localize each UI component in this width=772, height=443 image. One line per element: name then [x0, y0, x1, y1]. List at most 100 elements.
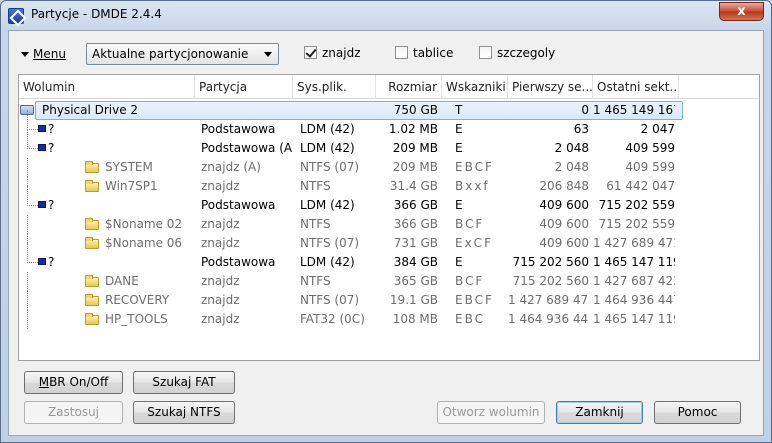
cell-sys-plik	[300, 101, 376, 120]
cell-sys-plik: NTFS (07)	[300, 160, 360, 174]
cell-sys-plik: NTFS (07)	[300, 236, 360, 250]
cell-partycja: znajdz	[201, 236, 240, 250]
cell-sys-plik: LDM (42)	[300, 141, 355, 155]
menu-dropdown-arrow-icon	[21, 52, 29, 57]
column-header-wskazniki[interactable]: Wskazniki	[442, 75, 508, 99]
drive-row[interactable]: Physical Drive 2 750 GB T 0 1 465 149 167	[19, 101, 759, 120]
mbr-toggle-button[interactable]: MBR On/Off	[24, 371, 123, 394]
partition-row[interactable]: ? Podstawowa (A) LDM (42) 209 MB E 2 048 409 5…	[19, 129, 759, 158]
partitioning-mode-value: Aktualne partycjonowanie	[92, 47, 249, 61]
search-ntfs-button[interactable]: Szukaj NTFS	[133, 401, 235, 424]
column-header-pierwszy-sektor[interactable]: Pierwszy se...	[508, 75, 593, 99]
cell-partycja: znajdz	[201, 274, 240, 288]
volume-row[interactable]: HP_TOOLS znajdz FAT32 (0C) 108 MB EBC 1 464 9…	[19, 310, 759, 329]
window-close-button[interactable]: x	[719, 2, 764, 21]
cell-wskazniki: BCF	[455, 274, 485, 288]
cell-wolumin: Win7SP1	[105, 179, 158, 193]
partition-icon	[38, 201, 46, 208]
cell-ostatni-sektor: 1 465 147 119	[593, 312, 675, 326]
column-header-sys-plik[interactable]: Sys.plik.	[293, 75, 376, 99]
checkbox-tablice[interactable]: tablice	[395, 46, 453, 62]
cell-ostatni-sektor: 409 599	[625, 141, 675, 155]
volume-row[interactable]: Win7SP1 znajdz NTFS 31.4 GB Bxxf 206 848 61 44…	[19, 177, 759, 196]
cell-rozmiar: 1.02 MB	[388, 122, 438, 136]
cell-rozmiar: 19.1 GB	[389, 293, 438, 307]
close-button[interactable]: Zamknij	[556, 401, 643, 424]
cell-pierwszy-sektor: 0	[581, 103, 589, 117]
partition-row[interactable]: ? Podstawowa LDM (42) 366 GB E 409 600 715 202…	[19, 186, 759, 215]
menu-button[interactable]: Menu	[21, 45, 66, 63]
cell-wolumin: DANE	[105, 274, 139, 288]
cell-wolumin: HP_TOOLS	[105, 312, 168, 326]
checkbox-znajdz[interactable]: znajdz	[304, 46, 361, 62]
cell-partycja: Podstawowa	[201, 255, 276, 269]
cell-rozmiar: 31.4 GB	[389, 179, 438, 193]
volume-folder-icon	[85, 237, 99, 249]
volume-row[interactable]: DANE znajdz NTFS 365 GB BCF 715 202 560 1 427 …	[19, 272, 759, 291]
volume-folder-icon	[85, 275, 99, 287]
cell-wolumin: ?	[48, 255, 55, 269]
dialog-window: Partycje - DMDE 2.4.4 x Menu Aktualne pa…	[0, 0, 772, 443]
volume-folder-icon	[85, 180, 99, 192]
tree-line	[27, 129, 28, 149]
volume-row[interactable]: SYSTEM znajdz (A) NTFS (07) 209 MB EBCF 2 048…	[19, 158, 759, 177]
partitioning-mode-select[interactable]: Aktualne partycjonowanie	[86, 43, 279, 65]
cell-pierwszy-sektor: 409 600	[539, 198, 589, 212]
column-header-ostatni-sektor[interactable]: Ostatni sekt...	[593, 75, 679, 99]
checkbox-szczegoly-box[interactable]	[479, 46, 492, 59]
cell-sys-plik: NTFS (07)	[300, 293, 360, 307]
cell-wskazniki: E	[455, 141, 463, 155]
cell-pierwszy-sektor: 1 427 689 472	[508, 293, 589, 307]
cell-rozmiar: 366 GB	[393, 217, 438, 231]
cell-pierwszy-sektor: 409 600	[539, 236, 589, 250]
cell-rozmiar: 209 MB	[392, 160, 438, 174]
cell-wskazniki: EBCF	[455, 293, 494, 307]
checkbox-tablice-box[interactable]	[395, 46, 408, 59]
cell-sys-plik: FAT32 (0C)	[300, 312, 365, 326]
cell-partycja: znajdz	[201, 312, 240, 326]
volume-row[interactable]: $Noname 06 znajdz NTFS (07) 731 GB ExCF 409 6…	[19, 234, 759, 253]
checkbox-znajdz-box[interactable]	[304, 46, 317, 59]
apply-button[interactable]: Zastosuj	[24, 401, 123, 424]
help-button[interactable]: Pomoc	[654, 401, 741, 424]
partition-icon	[38, 258, 46, 265]
cell-partycja: Podstawowa	[201, 122, 276, 136]
cell-pierwszy-sektor: 2 048	[554, 160, 589, 174]
cell-wolumin: $Noname 06	[105, 236, 183, 250]
partition-row[interactable]: ? Podstawowa LDM (42) 384 GB E 715 202 560 1 4…	[19, 243, 759, 272]
cell-wskazniki: T	[455, 103, 463, 117]
cell-ostatni-sektor: 1 427 687 423	[593, 274, 675, 288]
checkbox-szczegoly[interactable]: szczegoly	[479, 46, 555, 62]
volume-folder-icon	[85, 218, 99, 230]
column-header-partycja[interactable]: Partycja	[195, 75, 293, 99]
volume-row[interactable]: $Noname 02 znajdz NTFS 366 GB BCF 409 600 715 …	[19, 215, 759, 234]
cell-ostatni-sektor: 2 047	[640, 122, 675, 136]
tree-line	[27, 262, 38, 263]
volume-row[interactable]: RECOVERY znajdz NTFS (07) 19.1 GB EBCF 1 427 …	[19, 291, 759, 310]
cell-partycja	[201, 101, 293, 120]
volume-folder-icon	[85, 313, 99, 325]
mbr-toggle-label: BR On/Off	[49, 375, 109, 389]
cell-pierwszy-sektor: 715 202 560	[512, 274, 589, 288]
cell-wskazniki: BCF	[455, 217, 485, 231]
cell-rozmiar: 384 GB	[393, 255, 438, 269]
cell-ostatni-sektor: 1 464 936 447	[593, 293, 675, 307]
cell-pierwszy-sektor: 1 464 936 448	[508, 312, 589, 326]
cell-partycja: znajdz	[201, 179, 240, 193]
title-bar[interactable]: Partycje - DMDE 2.4.4 x	[1, 1, 771, 29]
cell-wskazniki: E	[455, 198, 463, 212]
partition-list[interactable]: Wolumin Partycja Sys.plik. Rozmiar Wskaz…	[18, 74, 760, 361]
cell-ostatni-sektor: 1 427 689 471	[593, 236, 675, 250]
open-volume-button[interactable]: Otworz wolumin	[437, 401, 545, 424]
menu-button-label: Menu	[33, 47, 66, 61]
cell-wolumin: RECOVERY	[105, 293, 170, 307]
partition-row[interactable]: ? Podstawowa LDM (42) 1.02 MB E 63 2 047	[19, 110, 759, 139]
search-fat-button[interactable]: Szukaj FAT	[133, 371, 235, 394]
column-header-rozmiar[interactable]: Rozmiar	[376, 75, 442, 99]
cell-sys-plik: NTFS	[300, 179, 331, 193]
cell-sys-plik: NTFS	[300, 274, 331, 288]
cell-wolumin: Physical Drive 2	[42, 103, 139, 117]
list-header: Wolumin Partycja Sys.plik. Rozmiar Wskaz…	[19, 75, 759, 99]
checkbox-tablice-label: tablice	[413, 46, 454, 60]
column-header-wolumin[interactable]: Wolumin	[19, 75, 195, 99]
